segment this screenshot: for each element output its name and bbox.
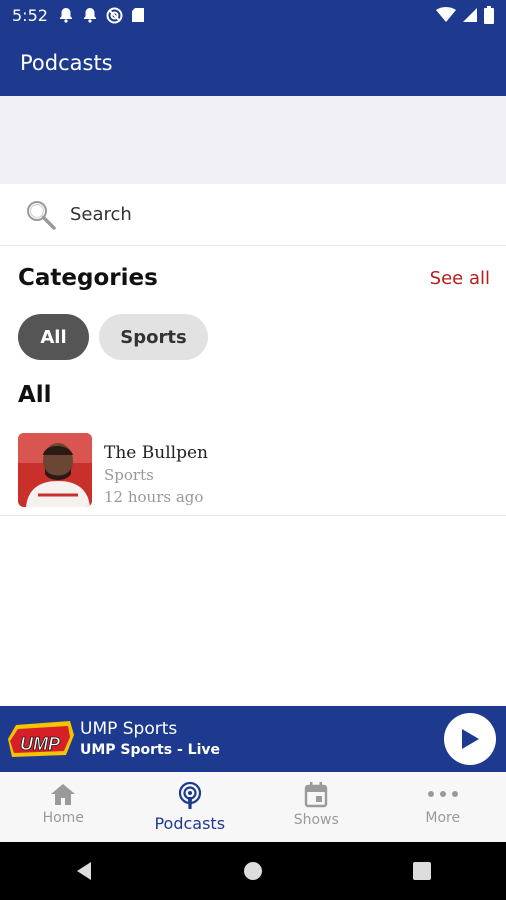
- chip-sports[interactable]: Sports: [99, 314, 208, 360]
- do-not-disturb-icon: [106, 7, 123, 23]
- home-icon: [51, 784, 76, 805]
- station-logo-text: UMP: [20, 734, 61, 754]
- player-info: UMP Sports UMP Sports - Live: [80, 718, 220, 760]
- categories-header: Categories See all: [18, 262, 490, 294]
- category-chips: All Sports: [18, 314, 208, 360]
- categories-title: Categories: [18, 265, 158, 291]
- nav-home[interactable]: Home: [0, 772, 127, 842]
- see-all-link[interactable]: See all: [430, 268, 490, 289]
- podcast-updated: 12 hours ago: [104, 488, 204, 506]
- wifi-icon: [436, 7, 456, 22]
- more-dots-icon: [427, 791, 458, 797]
- notification-bell-icon: [59, 8, 72, 23]
- podcast-info: The Bullpen Sports 12 hours ago: [104, 433, 208, 508]
- nav-more[interactable]: More: [380, 772, 506, 842]
- battery-icon: [484, 6, 494, 24]
- nav-podcasts-label: Podcasts: [154, 814, 226, 833]
- calendar-icon: [305, 782, 328, 808]
- podcast-category: Sports: [104, 466, 154, 484]
- status-system-icons: [436, 6, 494, 24]
- banner-placeholder: [0, 96, 506, 184]
- podcast-title: The Bullpen: [104, 443, 208, 463]
- search-label: Search: [70, 204, 132, 225]
- player-subtitle: UMP Sports - Live: [80, 742, 220, 758]
- system-navigation-bar: [0, 842, 506, 900]
- bottom-navigation: Home Podcasts Shows More: [0, 772, 506, 842]
- app-bar: Podcasts: [0, 30, 506, 96]
- home-circle-icon[interactable]: [242, 860, 264, 882]
- station-logo: UMP: [8, 721, 74, 757]
- nav-shows-label: Shows: [293, 812, 339, 828]
- status-time: 5:52: [12, 5, 48, 25]
- nav-podcasts[interactable]: Podcasts: [127, 772, 254, 842]
- status-bar: 5:52: [0, 0, 506, 30]
- nav-shows[interactable]: Shows: [253, 772, 380, 842]
- notification-bell-icon: [83, 8, 96, 23]
- search-bar[interactable]: Search: [0, 184, 506, 246]
- status-notification-icons: [58, 7, 145, 24]
- play-icon: [462, 729, 479, 749]
- nav-home-label: Home: [42, 810, 84, 826]
- podcast-thumbnail: [18, 433, 92, 507]
- nav-more-label: More: [425, 810, 461, 826]
- sd-card-icon: [131, 8, 144, 22]
- back-icon[interactable]: [73, 860, 95, 882]
- page-title: Podcasts: [20, 51, 113, 75]
- podcast-list-item[interactable]: The Bullpen Sports 12 hours ago: [0, 428, 506, 516]
- play-button[interactable]: [444, 713, 496, 765]
- podcast-icon: [178, 782, 201, 809]
- cellular-signal-icon: [463, 8, 477, 22]
- section-title: All: [18, 382, 52, 408]
- chip-all[interactable]: All: [18, 314, 89, 360]
- screen: 5:52 Podcasts Search Categories See all: [0, 0, 506, 900]
- recents-icon[interactable]: [411, 860, 433, 882]
- mini-player[interactable]: UMP UMP Sports UMP Sports - Live: [0, 706, 506, 772]
- search-icon: [27, 200, 56, 230]
- player-title: UMP Sports: [80, 719, 178, 739]
